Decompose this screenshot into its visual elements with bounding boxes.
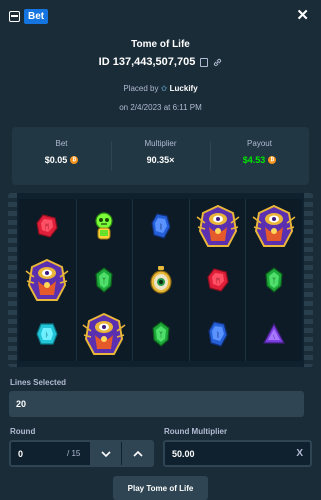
close-icon[interactable]: ✕ — [296, 8, 309, 23]
copy-icon[interactable] — [200, 57, 209, 67]
round-total: / 15 — [67, 449, 81, 458]
svg-text:ᛗ: ᛗ — [215, 277, 219, 285]
symbol-green-gem: ᛉ — [77, 253, 133, 307]
lines-selected-field[interactable]: 20 — [9, 391, 304, 417]
bet-stats-panel: Bet $0.05 Multiplier 90.35× Payout $4.53 — [12, 127, 309, 185]
symbol-blue-gem: ᚱ — [190, 307, 246, 361]
round-field[interactable]: 0 / 15 — [9, 440, 154, 467]
link-icon[interactable] — [213, 58, 222, 67]
placed-by: Placed by ✩ Luckify — [0, 84, 321, 93]
clear-icon[interactable]: X — [296, 448, 303, 459]
stat-multiplier-value-row: 90.35× — [111, 155, 210, 165]
round-multiplier-value: 50.00 — [172, 449, 195, 459]
reel-4: ᛗᚱ — [188, 199, 246, 361]
placed-by-prefix: Placed by — [123, 84, 159, 93]
stat-multiplier-value: 90.35× — [146, 155, 175, 165]
symbol-pharaoh — [246, 199, 302, 253]
stat-multiplier: Multiplier 90.35× — [111, 127, 210, 185]
symbol-purple-gem: ᛊ — [246, 307, 302, 361]
stat-payout-label: Payout — [247, 139, 272, 148]
bet-date: on 2/4/2023 at 6:11 PM — [119, 103, 202, 112]
chevron-up-icon — [132, 450, 143, 457]
svg-text:ᚱ: ᚱ — [159, 223, 163, 231]
symbol-eye-amulet — [133, 253, 189, 307]
stat-bet-value-row: $0.05 — [12, 155, 111, 165]
stat-bet-label: Bet — [55, 139, 68, 148]
svg-text:ᛉ: ᛉ — [102, 277, 106, 285]
ticket-icon — [9, 11, 20, 22]
bet-tag: Bet — [9, 9, 49, 24]
round-decrease-button[interactable] — [90, 442, 121, 465]
svg-text:ᛊ: ᛊ — [272, 334, 276, 341]
round-multiplier-field[interactable]: 50.00 X — [163, 440, 312, 467]
svg-text:ᛗ: ᛗ — [45, 223, 49, 231]
lines-selected-label: Lines Selected — [10, 378, 67, 387]
symbol-green-gem: ᛉ — [133, 307, 189, 361]
svg-text:ᛉ: ᛉ — [159, 331, 163, 339]
stat-payout-value: $4.53 — [242, 155, 266, 165]
modal-header: Bet ✕ — [0, 0, 321, 32]
stat-bet: Bet $0.05 — [12, 127, 111, 185]
bet-id: ID 137,443,507,705 — [98, 56, 196, 68]
reel-3: ᚱᛉ — [132, 199, 189, 361]
stat-bet-value: $0.05 — [44, 155, 68, 165]
symbol-red-gem: ᛗ — [190, 253, 246, 307]
star-icon: ✩ — [160, 84, 168, 93]
bitcoin-icon — [268, 156, 277, 164]
round-value: 0 — [18, 449, 24, 459]
round-multiplier-label: Round Multiplier — [164, 427, 228, 436]
game-title: Tome of Life — [131, 39, 190, 50]
symbol-pharaoh — [77, 307, 133, 361]
slot-reels: ᛗᚦᛉᚱᛉᛗᚱᛉᛊ — [19, 199, 302, 361]
symbol-blue-gem: ᚱ — [133, 199, 189, 253]
bitcoin-icon — [70, 156, 79, 164]
stat-payout-value-row: $4.53 — [210, 155, 309, 165]
placed-by-user[interactable]: Luckify — [170, 84, 198, 93]
symbol-pharaoh — [19, 253, 76, 307]
round-increase-button[interactable] — [122, 442, 153, 465]
slot-board: ᛗᚦᛉᚱᛉᛗᚱᛉᛊ — [8, 193, 313, 367]
symbol-cyan-gem: ᚦ — [19, 307, 76, 361]
symbol-green-potion — [77, 199, 133, 253]
svg-text:ᛉ: ᛉ — [272, 277, 276, 285]
reel-1: ᛗᚦ — [19, 199, 76, 361]
svg-text:ᚦ: ᚦ — [45, 331, 49, 339]
symbol-pharaoh — [190, 199, 246, 253]
svg-text:ᚱ: ᚱ — [215, 331, 219, 339]
bet-id-row: ID 137,443,507,705 — [0, 56, 321, 68]
symbol-red-gem: ᛗ — [19, 199, 76, 253]
chevron-down-icon — [100, 450, 111, 457]
bet-tag-label: Bet — [24, 9, 49, 24]
play-game-button[interactable]: Play Tome of Life — [113, 476, 208, 500]
reel-5: ᛉᛊ — [245, 199, 302, 361]
round-label: Round — [10, 427, 36, 436]
stat-payout: Payout $4.53 — [210, 127, 309, 185]
stat-multiplier-label: Multiplier — [144, 139, 177, 148]
symbol-green-gem: ᛉ — [246, 253, 302, 307]
reel-2: ᛉ — [75, 199, 133, 361]
